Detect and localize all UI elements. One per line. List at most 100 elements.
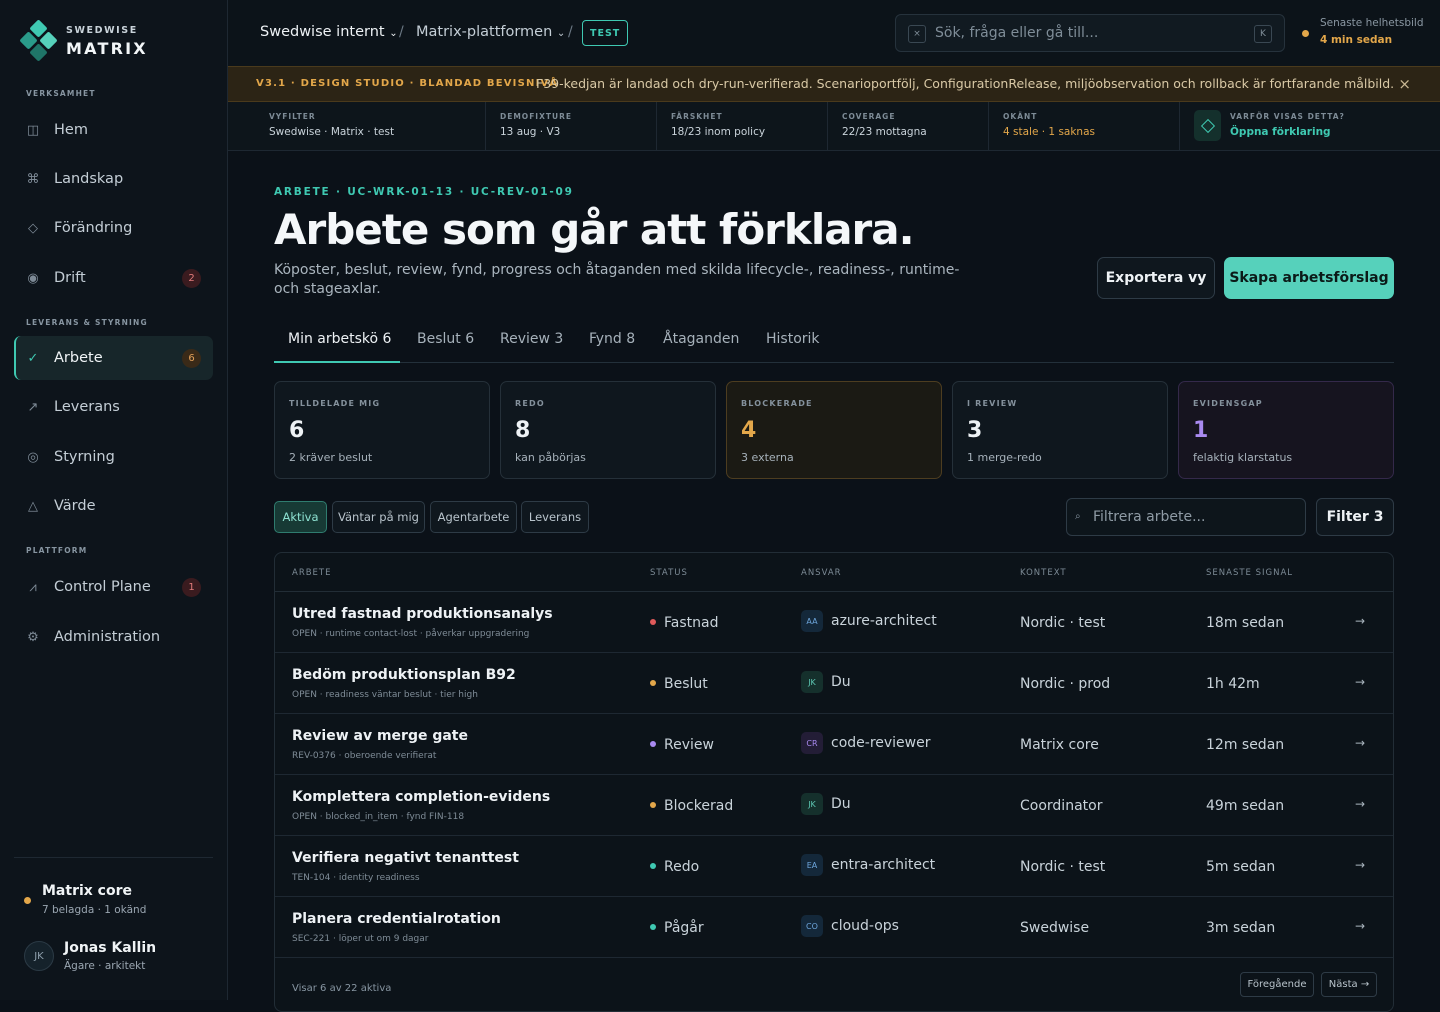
breadcrumb-project[interactable]: Matrix-plattformen ⌄ bbox=[416, 24, 565, 40]
status-dot bbox=[650, 680, 656, 686]
owner-name[interactable]: code-reviewer bbox=[831, 735, 930, 751]
work-subtitle: REV-0376 · oberoende verifierat bbox=[292, 751, 437, 761]
table-row[interactable]: Verifiera negativt tenanttest TEN-104 · i… bbox=[275, 836, 1393, 897]
chip-agentarbete[interactable]: Agentarbete bbox=[430, 501, 517, 533]
meta-okant[interactable]: OKÄNT 4 stale · 1 saknas bbox=[989, 102, 1180, 151]
nav-item-drift[interactable]: ◉ Drift 2 bbox=[14, 256, 213, 300]
chip-leverans[interactable]: Leverans bbox=[521, 501, 589, 533]
arrow-right-icon[interactable]: → bbox=[1355, 614, 1365, 628]
arrow-right-icon[interactable]: → bbox=[1355, 919, 1365, 933]
brand-logo[interactable]: SWEDWISE MATRIX bbox=[18, 19, 148, 62]
brand-main: MATRIX bbox=[66, 38, 148, 58]
nav-item-forandring[interactable]: ◇ Förändring bbox=[14, 206, 213, 250]
tab-fynd[interactable]: Fynd 8 bbox=[589, 331, 635, 347]
column-header[interactable]: ARBETE bbox=[292, 568, 332, 578]
gear-icon: ⚙ bbox=[27, 629, 39, 645]
sidebar: SWEDWISE MATRIX VERKSAMHET ◫ Hem ⌘ Landska… bbox=[0, 0, 228, 1000]
chip-aktiva[interactable]: Aktiva bbox=[274, 501, 327, 533]
signal-time: 49m sedan bbox=[1206, 798, 1285, 814]
owner-name[interactable]: Du bbox=[831, 674, 851, 690]
arrow-right-icon[interactable]: → bbox=[1355, 736, 1365, 750]
explain-link[interactable]: Öppna förklaring bbox=[1230, 126, 1331, 138]
work-title[interactable]: Komplettera completion-evidens bbox=[292, 789, 550, 805]
create-proposal-button[interactable]: Skapa arbetsförslag bbox=[1224, 257, 1394, 299]
stat-value: 6 bbox=[289, 418, 305, 443]
next-page-button[interactable]: Nästa → bbox=[1321, 972, 1377, 997]
nav-item-arbete[interactable]: ✓ Arbete 6 bbox=[14, 336, 213, 380]
nav-item-administration[interactable]: ⚙ Administration bbox=[14, 615, 213, 659]
context-label: Nordic · test bbox=[1020, 615, 1106, 631]
table-row[interactable]: Utred fastnad produktionsanalys OPEN · ru… bbox=[275, 592, 1393, 653]
owner-name[interactable]: cloud-ops bbox=[831, 918, 899, 934]
radio-icon: ◉ bbox=[27, 270, 39, 286]
close-icon[interactable]: × bbox=[1398, 75, 1411, 93]
column-header[interactable]: STATUS bbox=[650, 568, 688, 578]
nav-label: Landskap bbox=[54, 171, 124, 187]
table-row[interactable]: Komplettera completion-evidens OPEN · blo… bbox=[275, 775, 1393, 836]
sidebar-divider bbox=[14, 857, 213, 858]
stat-value: 8 bbox=[515, 418, 531, 443]
nav-item-styrning[interactable]: ◎ Styrning bbox=[14, 435, 213, 479]
arrow-right-icon[interactable]: → bbox=[1355, 675, 1365, 689]
stat-card-evidensgap[interactable]: EVIDENSGAP 1 felaktig klarstatus bbox=[1178, 381, 1394, 479]
work-title[interactable]: Bedöm produktionsplan B92 bbox=[292, 667, 516, 683]
nav-item-leverans[interactable]: ↗ Leverans bbox=[14, 385, 213, 429]
stat-card-blockerade[interactable]: BLOCKERADE 4 3 externa bbox=[726, 381, 942, 479]
work-title[interactable]: Planera credentialrotation bbox=[292, 911, 501, 927]
owner-name[interactable]: Du bbox=[831, 796, 851, 812]
context-label: Nordic · test bbox=[1020, 859, 1106, 875]
column-header[interactable]: KONTEXT bbox=[1020, 568, 1067, 578]
meta-key: FÄRSKHET bbox=[671, 112, 723, 121]
work-title[interactable]: Review av merge gate bbox=[292, 728, 468, 744]
filter-input[interactable]: ⌕ Filtrera arbete... bbox=[1066, 498, 1306, 536]
export-button[interactable]: Exportera vy bbox=[1097, 257, 1215, 299]
column-header[interactable]: ANSVAR bbox=[801, 568, 842, 578]
tab-review[interactable]: Review 3 bbox=[500, 331, 563, 347]
stat-card-redo[interactable]: REDO 8 kan påbörjas bbox=[500, 381, 716, 479]
section-verksamhet: VERKSAMHET bbox=[26, 89, 96, 98]
nav-label: Drift bbox=[54, 270, 86, 286]
breadcrumb-separator: / bbox=[568, 24, 573, 40]
column-header[interactable]: SENASTE SIGNAL bbox=[1206, 568, 1293, 578]
owner-name[interactable]: entra-architect bbox=[831, 857, 935, 873]
tab-ataganden[interactable]: Åtaganden bbox=[663, 331, 739, 347]
avatar: JK bbox=[801, 793, 823, 815]
owner-name[interactable]: azure-architect bbox=[831, 613, 937, 629]
environment-badge[interactable]: TEST bbox=[582, 20, 629, 46]
user-role: Ägare · arkitekt bbox=[64, 960, 146, 972]
table-row[interactable]: Review av merge gate REV-0376 · oberoende… bbox=[275, 714, 1393, 775]
table-footer: Visar 6 av 22 aktiva Föregående Nästa → bbox=[275, 967, 1393, 1011]
previous-page-button[interactable]: Föregående bbox=[1240, 972, 1314, 997]
tab-beslut[interactable]: Beslut 6 bbox=[417, 331, 474, 347]
work-subtitle: SEC-221 · löper ut om 9 dagar bbox=[292, 934, 429, 944]
stat-label: I REVIEW bbox=[967, 399, 1018, 408]
nav-item-varde[interactable]: △ Värde bbox=[14, 484, 213, 528]
stat-card-tilldelade[interactable]: TILLDELADE MIG 6 2 kräver beslut bbox=[274, 381, 490, 479]
tab-min-arbetsko[interactable]: Min arbetskö 6 bbox=[288, 331, 391, 347]
table-row[interactable]: Bedöm produktionsplan B92 OPEN · readines… bbox=[275, 653, 1393, 714]
nav-item-landskap[interactable]: ⌘ Landskap bbox=[14, 157, 213, 201]
breadcrumb-org[interactable]: Swedwise internt ⌄ bbox=[260, 24, 398, 40]
stat-card-i-review[interactable]: I REVIEW 3 1 merge-redo bbox=[952, 381, 1168, 479]
nav-item-control-plane[interactable]: ⩘ Control Plane 1 bbox=[14, 565, 213, 609]
search-input[interactable]: × Sök, fråga eller gå till... K bbox=[895, 14, 1285, 52]
table-row[interactable]: Planera credentialrotation SEC-221 · löpe… bbox=[275, 897, 1393, 958]
meta-why[interactable]: VARFÖR VISAS DETTA? Öppna förklaring bbox=[1180, 102, 1440, 151]
work-title[interactable]: Verifiera negativt tenanttest bbox=[292, 850, 519, 866]
chip-vantar-pa-mig[interactable]: Väntar på mig bbox=[332, 501, 425, 533]
arrow-right-icon[interactable]: → bbox=[1355, 797, 1365, 811]
keyboard-shortcut: K bbox=[1254, 25, 1272, 43]
arrow-right-icon[interactable]: → bbox=[1355, 858, 1365, 872]
signal-time: 5m sedan bbox=[1206, 859, 1276, 875]
meta-key: COVERAGE bbox=[842, 112, 896, 121]
meta-value: Swedwise · Matrix · test bbox=[269, 126, 395, 138]
status-badge: Review bbox=[650, 737, 714, 753]
work-title[interactable]: Utred fastnad produktionsanalys bbox=[292, 606, 553, 622]
status-dot bbox=[1302, 30, 1309, 37]
tab-historik[interactable]: Historik bbox=[766, 331, 820, 347]
meta-vyfilter[interactable]: VYFILTER Swedwise · Matrix · test bbox=[228, 102, 486, 151]
latest-value: 4 min sedan bbox=[1320, 34, 1393, 46]
status-label: Fastnad bbox=[664, 615, 719, 631]
nav-item-hem[interactable]: ◫ Hem bbox=[14, 108, 213, 152]
filter-button[interactable]: Filter 3 bbox=[1316, 498, 1394, 536]
